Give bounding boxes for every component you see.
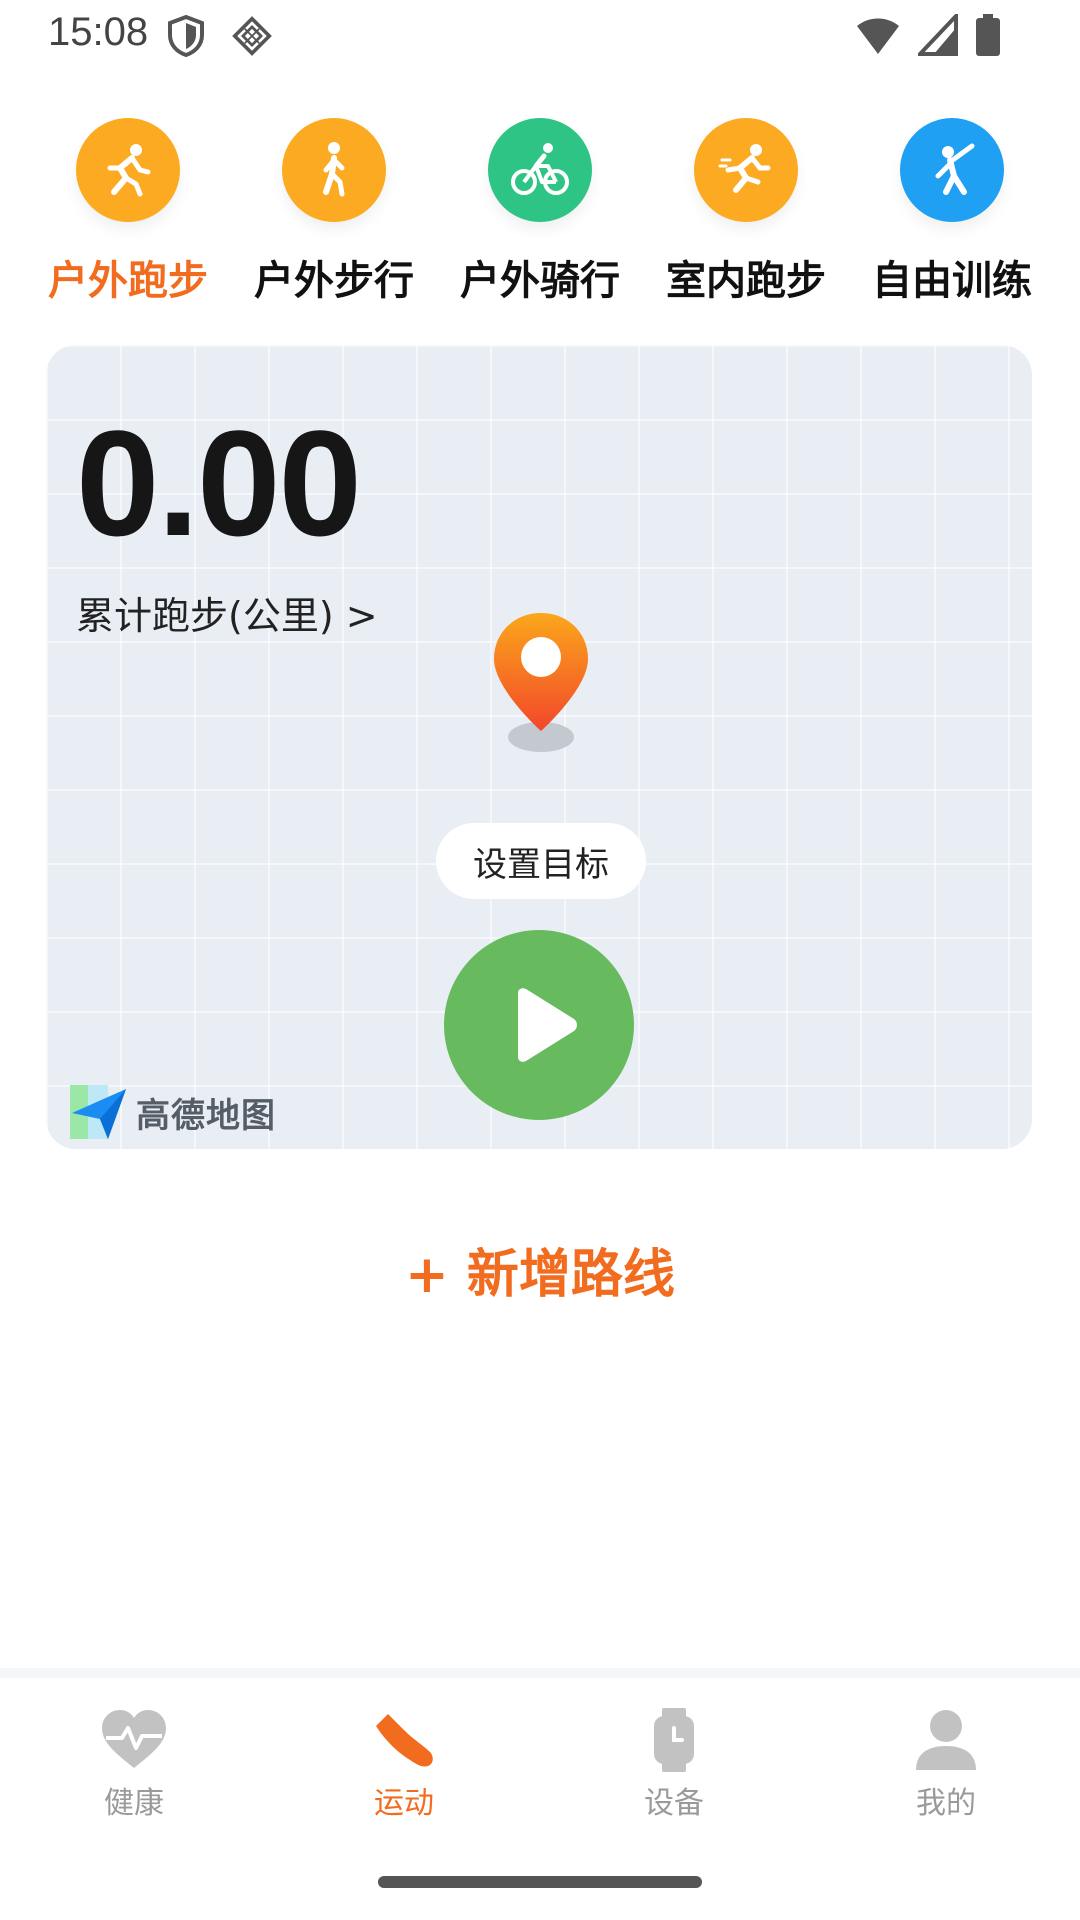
start-workout-button[interactable]	[444, 930, 634, 1120]
location-pin-icon	[494, 613, 588, 752]
nav-divider	[0, 1668, 1080, 1678]
heart-pulse-icon	[102, 1710, 166, 1768]
mode-label: 户外跑步	[48, 258, 208, 304]
map-provider-logo: 高德地图	[68, 1083, 276, 1141]
mode-outdoor-run[interactable]: 户外跑步	[28, 118, 228, 308]
mode-outdoor-walk[interactable]: 户外步行	[234, 118, 434, 308]
map-provider-name: 高德地图	[136, 1095, 276, 1136]
mode-indoor-run[interactable]: 室内跑步	[646, 118, 846, 308]
nav-label: 我的	[916, 1786, 976, 1821]
add-route-button[interactable]: + 新增路线	[0, 1232, 1080, 1307]
status-time: 15:08	[48, 10, 149, 54]
distance-label[interactable]: 累计跑步(公里) >	[76, 585, 378, 640]
running-icon	[107, 144, 151, 197]
nav-label: 运动	[374, 1786, 434, 1821]
bottom-nav: 健康 运动 设备 我的	[0, 1678, 1080, 1848]
battery-icon	[976, 14, 1000, 56]
free-training-icon	[935, 143, 975, 195]
play-icon	[518, 988, 577, 1062]
nav-profile[interactable]: 我的	[846, 1708, 1046, 1822]
mode-label: 户外骑行	[460, 258, 620, 304]
distance-value: 0.00	[76, 399, 362, 567]
mode-free-training[interactable]: 自由训练	[852, 118, 1052, 308]
walking-icon	[323, 142, 345, 197]
nav-device[interactable]: 设备	[574, 1708, 774, 1822]
amap-logo-icon	[70, 1085, 126, 1139]
mode-outdoor-cycle[interactable]: 户外骑行	[440, 118, 640, 308]
mode-icon-circle	[282, 118, 386, 222]
mode-label: 自由训练	[872, 258, 1032, 304]
wifi-icon	[857, 18, 899, 54]
watch-icon	[654, 1708, 694, 1772]
mode-icon-circle	[488, 118, 592, 222]
mode-icon-circle	[76, 118, 180, 222]
nav-health[interactable]: 健康	[34, 1708, 234, 1822]
sport-mode-selector: 户外跑步 户外步行 户外骑行 室内跑步 自由训练	[0, 118, 1080, 308]
treadmill-run-icon	[718, 144, 771, 193]
mode-label: 户外步行	[254, 258, 414, 304]
nav-label: 设备	[644, 1786, 704, 1821]
mode-icon-circle	[694, 118, 798, 222]
home-indicator[interactable]	[378, 1876, 702, 1888]
status-bar: 15:08	[0, 0, 1080, 72]
nav-label: 健康	[104, 1786, 164, 1821]
sneaker-icon	[376, 1714, 433, 1767]
person-icon	[916, 1710, 976, 1770]
map-card: 0.00 累计跑步(公里) > 设置目标 高德地图	[46, 345, 1032, 1149]
cycling-icon	[511, 143, 569, 195]
shield-icon	[168, 14, 204, 58]
nav-sport[interactable]: 运动	[304, 1708, 504, 1822]
signal-icon	[918, 14, 958, 56]
mode-label: 室内跑步	[666, 258, 826, 304]
vpn-diamond-icon	[232, 16, 272, 56]
set-goal-button[interactable]: 设置目标	[436, 823, 646, 899]
mode-icon-circle	[900, 118, 1004, 222]
